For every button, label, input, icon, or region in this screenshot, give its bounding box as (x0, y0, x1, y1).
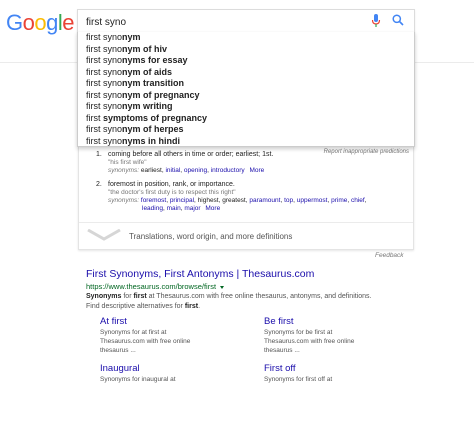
search-icon[interactable] (392, 14, 404, 26)
synonym-link[interactable]: main (167, 205, 181, 212)
card-divider (79, 222, 413, 223)
synonym: greatest (222, 197, 246, 204)
sitelink-snippet: Synonyms for inaugural at (100, 376, 176, 383)
definition-text: coming before all others in time or orde… (108, 151, 274, 158)
sitelink-title[interactable]: First off (264, 363, 296, 374)
sitelink-snippet: Synonyms for first off at (264, 376, 333, 383)
search-input[interactable] (86, 14, 356, 30)
google-logo[interactable]: Google (6, 10, 75, 36)
synonym: earliest (140, 167, 162, 174)
suggestion-item[interactable]: first synonym of pregnancy (86, 90, 200, 101)
result-title-link[interactable]: First Synonyms, First Antonyms | Thesaur… (86, 268, 314, 280)
caret-down-icon[interactable] (220, 285, 225, 289)
synonyms-more-link[interactable]: More (249, 167, 264, 174)
definition-example: "the doctor's first duty is to respect t… (108, 189, 236, 196)
sitelink-title[interactable]: Be first (264, 316, 294, 327)
report-predictions-link[interactable]: Report inappropriate predictions (324, 149, 409, 155)
suggestion-item[interactable]: first synonym of aids (86, 67, 172, 78)
suggestion-item[interactable]: first synonym of herpes (86, 124, 184, 135)
sitelink-title[interactable]: Inaugural (100, 363, 140, 374)
autocomplete-dropdown: first synonym first synonym of hiv first… (77, 32, 415, 147)
synonym-link[interactable]: uppermost (297, 197, 328, 204)
synonyms-more-link[interactable]: More (205, 205, 220, 212)
definition-number: 1. (96, 151, 102, 158)
definition-example: "his first wife" (108, 159, 147, 166)
synonym-link[interactable]: leading (142, 205, 163, 212)
feedback-link[interactable]: Feedback (375, 252, 404, 259)
synonym-line: leading, main, major More (142, 205, 221, 212)
definition-number: 2. (96, 181, 102, 188)
suggestion-item[interactable]: first symptoms of pregnancy (86, 113, 207, 124)
suggestion-item[interactable]: first synonym writing (86, 101, 173, 112)
synonym-link[interactable]: initial (165, 167, 180, 174)
synonym-line: synonyms: earliest, initial, opening, in… (108, 167, 265, 174)
more-definitions-link[interactable]: Translations, word origin, and more defi… (129, 232, 292, 241)
synonyms-label: synonyms: (108, 197, 140, 204)
synonym-link[interactable]: major (184, 205, 200, 212)
synonym: highest (197, 197, 219, 204)
sitelink-title[interactable]: At first (100, 316, 127, 327)
microphone-icon[interactable] (371, 14, 381, 28)
suggestion-item[interactable]: first synonyms for essay (86, 55, 188, 66)
result-snippet: Synonyms for first at Thesaurus.com with… (86, 293, 372, 310)
dictionary-card: Report inappropriate predictions 1. comi… (78, 146, 414, 250)
synonym-link[interactable]: top (284, 197, 293, 204)
result-url-text: https://www.thesaurus.com/browse/first (86, 282, 217, 291)
synonyms-label: synonyms: (108, 167, 140, 174)
synonym-link[interactable]: foremost (141, 197, 166, 204)
suggestion-item[interactable]: first synonym (86, 32, 141, 43)
chevron-down-icon[interactable] (87, 229, 121, 241)
synonym-line: synonyms: foremost, principal, highest, … (108, 197, 367, 204)
synonym-link[interactable]: introductory (211, 167, 245, 174)
suggestion-item[interactable]: first synonym transition (86, 78, 184, 89)
synonym-link[interactable]: principal (170, 197, 194, 204)
synonym-link[interactable]: prime (331, 197, 347, 204)
result-url: https://www.thesaurus.com/browse/first (86, 282, 225, 291)
synonym-link[interactable]: opening (184, 167, 207, 174)
synonym-link[interactable]: paramount (249, 197, 280, 204)
synonym-link[interactable]: chief (351, 197, 365, 204)
definition-text: foremost in position, rank, or importanc… (108, 181, 235, 188)
sitelink-snippet: Synonyms for be first at Thesaurus.com w… (264, 329, 355, 354)
suggestion-item[interactable]: first synonyms in hindi (86, 136, 180, 147)
suggestion-item[interactable]: first synonym of hiv (86, 44, 167, 55)
sitelink-snippet: Synonyms for at first at Thesaurus.com w… (100, 329, 191, 354)
